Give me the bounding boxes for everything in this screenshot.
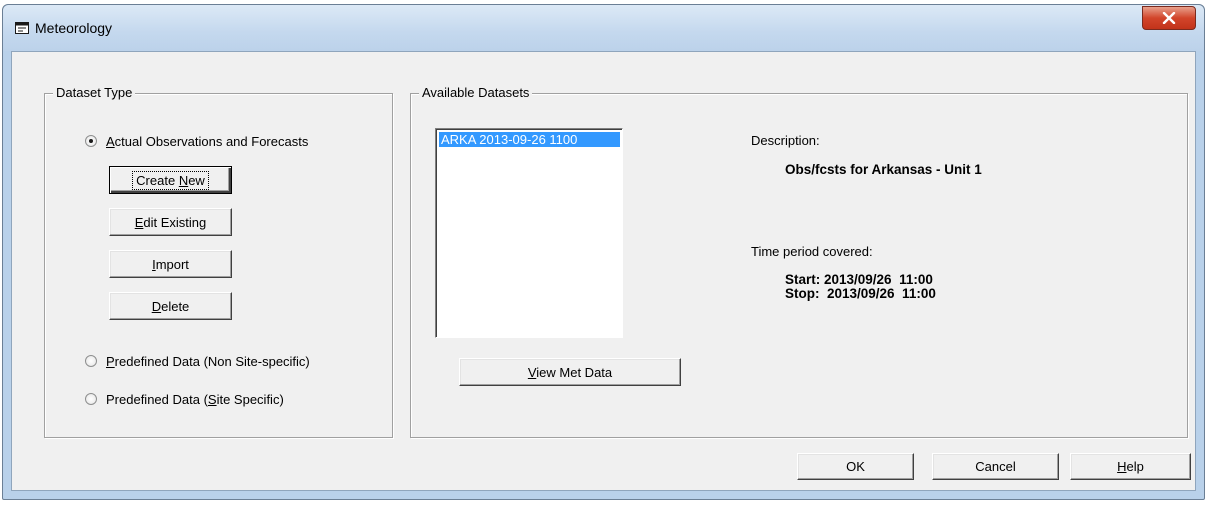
time-period-label: Time period covered: [751,244,873,259]
radio-predefined-non-label: Predefined Data (Non Site-specific) [106,353,310,369]
cancel-button[interactable]: Cancel [932,453,1059,480]
description-label: Description: [751,133,820,148]
stop-time: Stop: 2013/09/26 11:00 [785,286,936,301]
radio-actual-observations[interactable]: Actual Observations and Forecasts [85,132,308,150]
meteorology-window: Meteorology Dataset Type Actual Observat… [2,4,1205,500]
close-button[interactable] [1142,6,1196,30]
radio-predefined-non-site[interactable]: Predefined Data (Non Site-specific) [85,352,310,370]
radio-indicator[interactable] [85,393,97,405]
list-item[interactable]: ARKA 2013-09-26 1100 [439,132,620,147]
dialog-client-area: Dataset Type Actual Observations and For… [11,51,1196,491]
radio-indicator[interactable] [85,135,97,147]
create-new-button[interactable]: Create New [109,166,232,194]
close-icon [1162,12,1176,24]
radio-actual-label: Actual Observations and Forecasts [106,133,309,149]
available-datasets-group: Available Datasets ARKA 2013-09-26 1100 … [410,85,1188,438]
help-button[interactable]: Help [1070,453,1191,480]
datasets-listbox[interactable]: ARKA 2013-09-26 1100 [435,128,623,338]
window-icon [15,22,29,34]
radio-indicator[interactable] [85,355,97,367]
import-button[interactable]: Import [109,250,232,278]
dataset-type-legend: Dataset Type [53,85,136,101]
title-bar: Meteorology [3,5,1204,51]
available-datasets-legend: Available Datasets [419,85,533,101]
delete-button[interactable]: Delete [109,292,232,320]
window-title: Meteorology [35,20,113,36]
description-value: Obs/fcsts for Arkansas - Unit 1 [785,162,982,177]
ok-button[interactable]: OK [797,453,914,480]
view-met-data-button[interactable]: View Met Data [459,358,681,386]
radio-predefined-site-label: Predefined Data (Site Specific) [106,391,284,407]
edit-existing-button[interactable]: Edit Existing [109,208,232,236]
start-time: Start: 2013/09/26 11:00 [785,272,933,287]
radio-predefined-site[interactable]: Predefined Data (Site Specific) [85,390,284,408]
dataset-type-group: Dataset Type Actual Observations and For… [44,85,393,438]
